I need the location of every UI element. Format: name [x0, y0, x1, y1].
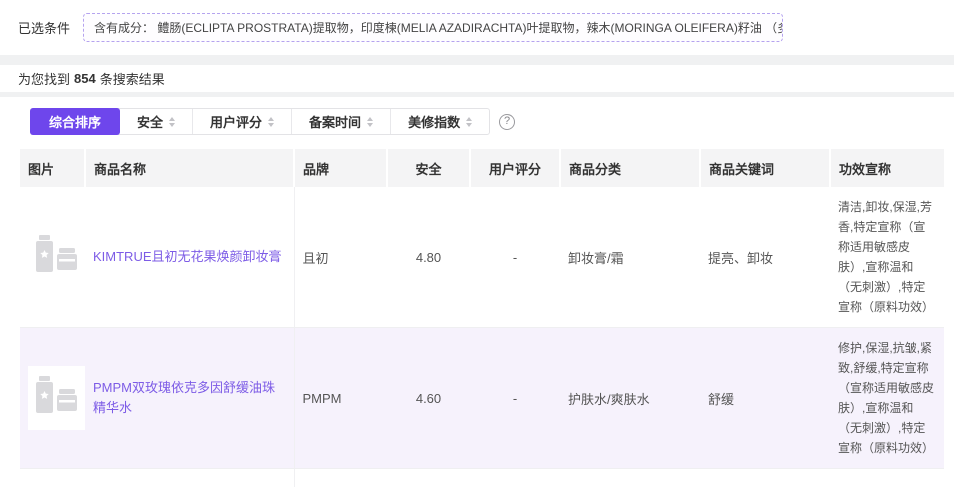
column-header: 图片	[20, 149, 85, 187]
column-header: 商品名称	[85, 149, 294, 187]
results-table: 图片商品名称品牌安全用户评分商品分类商品关键词功效宣称 KIMTRUE且初无花果…	[20, 149, 944, 487]
sort-tab[interactable]: 用户评分	[193, 109, 292, 134]
product-thumbnail[interactable]	[28, 477, 86, 487]
cosmetics-placeholder-icon	[32, 375, 82, 421]
claims-cell: 清洁,卸妆,保湿,芳香,特定宣称（宣称适用敏感皮肤）,宣称温和（无刺激）,特定宣…	[830, 187, 944, 328]
sort-tabs-group: 综合排序 安全 用户评分 备案时间 美修指数	[30, 108, 490, 135]
sort-caret-icon	[466, 117, 472, 127]
result-count: 854	[74, 71, 96, 86]
user-rating-cell: -	[470, 187, 560, 328]
category-cell: 护肤水/爽肤水	[560, 328, 700, 469]
filter-tag-text: 含有成分： 鳢肠(ECLIPTA PROSTRATA)提取物，印度楝(MELIA…	[94, 19, 783, 36]
sort-tab[interactable]: 综合排序	[30, 108, 120, 135]
user-rating-cell: 4.31	[470, 469, 560, 487]
safety-score-cell: 4.80	[387, 187, 470, 328]
sort-tab-label: 安全	[137, 112, 163, 131]
product-name-link[interactable]: KIMTRUE且初无花果焕颜卸妆膏	[93, 247, 282, 267]
product-thumbnail[interactable]	[28, 366, 86, 430]
table-header-row: 图片商品名称品牌安全用户评分商品分类商品关键词功效宣称	[20, 149, 944, 187]
column-header: 商品关键词	[700, 149, 830, 187]
brand-cell: 且初	[294, 187, 387, 328]
sort-tab-label: 用户评分	[210, 112, 262, 131]
category-cell: 精华乳	[560, 469, 700, 487]
sort-tab-label: 综合排序	[49, 112, 101, 131]
sort-tab-label: 备案时间	[309, 112, 361, 131]
help-icon[interactable]: ?	[499, 114, 515, 130]
selected-filter-tag: 含有成分： 鳢肠(ECLIPTA PROSTRATA)提取物，印度楝(MELIA…	[83, 13, 783, 42]
brand-cell: 艾遇	[294, 469, 387, 487]
filter-bar: 已选条件 含有成分： 鳢肠(ECLIPTA PROSTRATA)提取物，印度楝(…	[0, 0, 954, 55]
product-name-link[interactable]: PMPM双玫瑰依克多因舒缓油珠精华水	[93, 378, 286, 418]
column-header: 功效宣称	[830, 149, 944, 187]
sort-tabs-row: 综合排序 安全 用户评分 备案时间 美修指数 ?	[30, 108, 954, 135]
column-header: 品牌	[294, 149, 387, 187]
safety-score-cell: 4.70	[387, 469, 470, 487]
user-rating-cell: -	[470, 328, 560, 469]
table-row: PMPM双玫瑰依克多因舒缓油珠精华水 PMPM 4.60 - 护肤水/爽肤水 舒…	[20, 328, 944, 469]
filter-bar-label: 已选条件	[18, 18, 70, 37]
sort-tab-label: 美修指数	[408, 112, 460, 131]
sort-tab[interactable]: 安全	[120, 109, 193, 134]
table-row: KIMTRUE且初无花果焕颜卸妆膏 且初 4.80 - 卸妆膏/霜 提亮、卸妆 …	[20, 187, 944, 328]
column-header: 商品分类	[560, 149, 700, 187]
column-header: 安全	[387, 149, 470, 187]
product-thumbnail[interactable]	[28, 225, 86, 289]
category-cell: 卸妆膏/霜	[560, 187, 700, 328]
summary-prefix: 为您找到	[18, 69, 70, 88]
keywords-cell: 滋润	[700, 469, 830, 487]
claims-cell: 修护,保湿,抗皱,紧致,舒缓,特定宣称（宣称适用敏感皮肤）,宣称温和（无刺激）,…	[830, 328, 944, 469]
cosmetics-placeholder-icon	[32, 234, 82, 280]
section-divider	[0, 55, 954, 65]
safety-score-cell: 4.60	[387, 328, 470, 469]
keywords-cell: 舒缓	[700, 328, 830, 469]
result-summary: 为您找到 854 条搜索结果	[0, 65, 954, 92]
claims-cell: 保湿	[830, 469, 944, 487]
sort-tab[interactable]: 备案时间	[292, 109, 391, 134]
keywords-cell: 提亮、卸妆	[700, 187, 830, 328]
sort-caret-icon	[268, 117, 274, 127]
brand-cell: PMPM	[294, 328, 387, 469]
sort-caret-icon	[367, 117, 373, 127]
summary-suffix: 条搜索结果	[100, 69, 165, 88]
sort-tab[interactable]: 美修指数	[391, 109, 489, 134]
main-panel: 综合排序安全用户评分备案时间美修指数 ? 图片商品名称品牌安全用户评分商品分类商…	[0, 97, 954, 487]
table-row: 艾遇舒漾润肤精华乳 艾遇 4.70 4.31 精华乳 滋润 保湿	[20, 469, 944, 487]
column-header: 用户评分	[470, 149, 560, 187]
sort-caret-icon	[169, 117, 175, 127]
